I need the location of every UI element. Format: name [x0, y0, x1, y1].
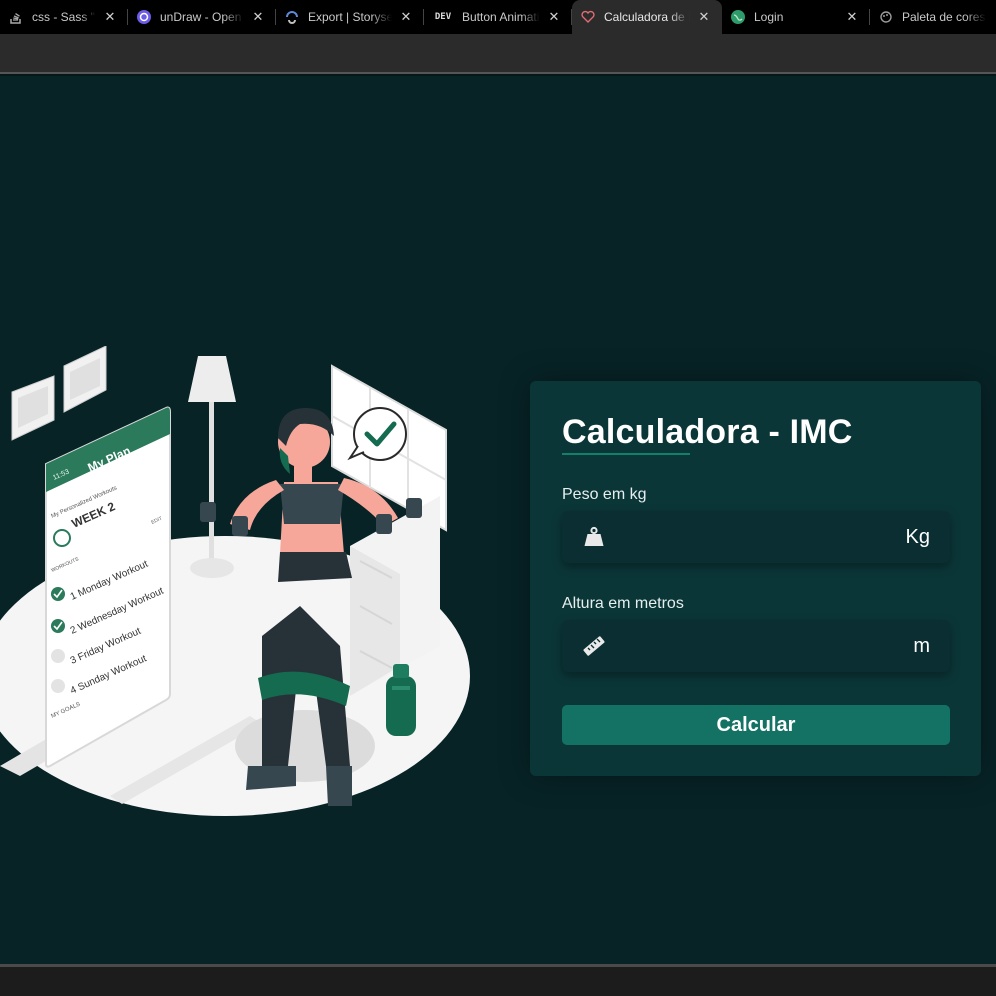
tab-sass-error[interactable]: css - Sass "Error: ✕ [0, 0, 128, 34]
calculate-button[interactable]: Calcular [562, 705, 950, 745]
dev-icon: DEV [434, 12, 452, 22]
palette-icon [878, 9, 894, 25]
page-content: 11:53 My Plan My Personalized Workouts W… [0, 76, 996, 964]
close-tab-icon[interactable]: ✕ [696, 9, 712, 25]
tab-calculadora-imc[interactable]: Calculadora de IMC ✕ [572, 0, 722, 34]
page-title: Calculadora - IMC [562, 413, 853, 451]
browser-tab-bar: css - Sass "Error: ✕ unDraw - Open sourc… [0, 0, 996, 34]
weight-field[interactable]: Kg [562, 511, 950, 563]
tab-login[interactable]: Login ✕ [722, 0, 870, 34]
fitness-illustration: 11:53 My Plan My Personalized Workouts W… [0, 346, 470, 816]
height-field[interactable]: m [562, 620, 950, 672]
tab-paleta-cores[interactable]: Paleta de cores [870, 0, 996, 34]
close-tab-icon[interactable]: ✕ [102, 9, 118, 25]
height-unit: m [913, 635, 930, 657]
tab-storyset[interactable]: Export | Storyset ✕ [276, 0, 424, 34]
browser-toolbar [0, 34, 996, 74]
weight-unit: Kg [905, 526, 930, 548]
check-icon [51, 619, 65, 633]
heart-icon [580, 9, 596, 25]
ruler-icon [582, 634, 606, 658]
weight-icon [582, 525, 606, 549]
close-tab-icon[interactable]: ✕ [250, 9, 266, 25]
weight-label: Peso em kg [562, 486, 647, 503]
close-tab-icon[interactable]: ✕ [398, 9, 414, 25]
undraw-icon [136, 9, 152, 25]
height-label: Altura em metros [562, 595, 684, 612]
storyset-icon [284, 9, 300, 25]
tab-button-animations[interactable]: DEV Button Animations ✕ [424, 0, 572, 34]
stackoverflow-icon [8, 9, 24, 25]
taskbar [0, 964, 996, 996]
imc-calculator-card: Calculadora - IMC Peso em kg Kg Altura e… [530, 381, 981, 776]
check-icon [51, 587, 65, 601]
wall-frames [11, 346, 107, 441]
close-tab-icon[interactable]: ✕ [844, 9, 860, 25]
close-tab-icon[interactable]: ✕ [546, 9, 562, 25]
weight-input[interactable] [618, 511, 888, 563]
title-underline [562, 453, 690, 455]
tab-undraw[interactable]: unDraw - Open source ✕ [128, 0, 276, 34]
globe-icon [730, 9, 746, 25]
height-input[interactable] [618, 620, 888, 672]
